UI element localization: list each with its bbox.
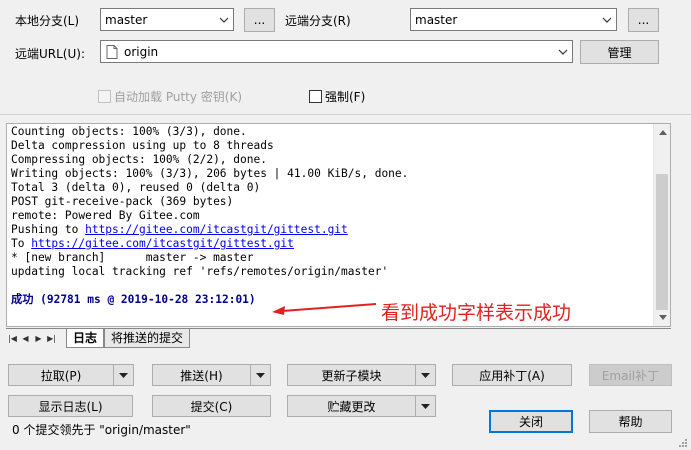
chevron-down-icon[interactable] bbox=[415, 396, 435, 416]
remote-url-label: 远端URL(U): bbox=[15, 47, 85, 61]
pull-split-button[interactable]: 拉取(P) bbox=[8, 364, 134, 386]
stash-split-button[interactable]: 贮藏更改 bbox=[287, 395, 436, 417]
remote-url-value: origin bbox=[124, 44, 159, 59]
next-page-icon[interactable]: ▶ bbox=[32, 331, 45, 345]
log-line: To https://gitee.com/itcastgit/gittest.g… bbox=[11, 237, 408, 251]
show-log-button[interactable]: 显示日志(L) bbox=[8, 395, 133, 417]
update-submodules-split-button[interactable]: 更新子模块 bbox=[287, 364, 436, 386]
log-line: POST git-receive-pack (369 bytes) bbox=[11, 195, 234, 208]
chevron-down-icon bbox=[554, 41, 572, 62]
last-page-icon[interactable]: ▶| bbox=[45, 331, 58, 345]
resize-grip-icon[interactable] bbox=[676, 438, 688, 450]
push-button[interactable]: 推送(H) bbox=[153, 365, 250, 385]
status-text: 0 个提交领先于 "origin/master" bbox=[12, 423, 191, 437]
log-text: Counting objects: 100% (3/3), done. Delta… bbox=[11, 125, 408, 307]
remote-branch-label: 远端分支(R) bbox=[285, 14, 351, 28]
commit-button[interactable]: 提交(C) bbox=[152, 395, 271, 417]
log-line: Compressing objects: 100% (2/2), done. bbox=[11, 153, 267, 166]
annotation-text: 看到成功字样表示成功 bbox=[381, 302, 572, 324]
log-line: * [new branch] master -> master bbox=[11, 251, 254, 264]
log-line: Counting objects: 100% (3/3), done. bbox=[11, 125, 247, 138]
log-line: Delta compression using up to 8 threads bbox=[11, 139, 274, 152]
output-log[interactable]: Counting objects: 100% (3/3), done. Delta… bbox=[6, 123, 671, 327]
scroll-down-icon[interactable] bbox=[654, 309, 670, 326]
checkbox-box bbox=[309, 90, 322, 103]
force-checkbox[interactable]: 强制(F) bbox=[309, 88, 365, 105]
tab-commits-to-push[interactable]: 将推送的提交 bbox=[104, 328, 191, 348]
remote-branch-value: master bbox=[415, 12, 458, 27]
chevron-down-icon[interactable] bbox=[415, 365, 435, 385]
chevron-down-icon bbox=[598, 9, 616, 30]
manage-button[interactable]: 管理 bbox=[580, 40, 659, 64]
document-icon bbox=[106, 44, 120, 59]
force-label: 强制(F) bbox=[325, 90, 366, 104]
prev-page-icon[interactable]: ◀ bbox=[19, 331, 32, 345]
apply-patch-button[interactable]: 应用补丁(A) bbox=[452, 364, 572, 386]
push-split-button[interactable]: 推送(H) bbox=[152, 364, 271, 386]
checkbox-box bbox=[98, 90, 111, 103]
push-prefix: Pushing to bbox=[11, 223, 86, 236]
chevron-down-icon bbox=[215, 9, 233, 30]
pull-button[interactable]: 拉取(P) bbox=[9, 365, 113, 385]
autoload-putty-checkbox[interactable]: 自动加载 Putty 密钥(K) bbox=[98, 88, 242, 105]
log-line: Writing objects: 100% (3/3), 206 bytes |… bbox=[11, 167, 409, 180]
local-branch-browse-button[interactable]: ... bbox=[244, 8, 275, 32]
log-line: updating local tracking ref 'refs/remote… bbox=[11, 265, 389, 278]
to-url-link[interactable]: https://gitee.com/itcastgit/gittest.git bbox=[31, 237, 294, 250]
scroll-thumb[interactable] bbox=[656, 174, 668, 310]
log-scrollbar[interactable] bbox=[653, 124, 670, 326]
log-line: remote: Powered By Gitee.com bbox=[11, 209, 200, 222]
remote-url-combo[interactable]: origin bbox=[100, 40, 573, 63]
log-line: Pushing to https://gitee.com/itcastgit/g… bbox=[11, 223, 408, 237]
log-line: Total 3 (delta 0), reused 0 (delta 0) bbox=[11, 181, 261, 194]
local-branch-combo[interactable]: master bbox=[100, 8, 234, 31]
tab-strip-line bbox=[6, 328, 671, 329]
autoload-putty-label: 自动加载 Putty 密钥(K) bbox=[114, 90, 243, 104]
remote-branch-combo[interactable]: master bbox=[410, 8, 617, 31]
to-prefix: To bbox=[11, 237, 32, 250]
push-url-link[interactable]: https://gitee.com/itcastgit/gittest.git bbox=[85, 223, 348, 236]
log-tabs: |◀ ◀ ▶ ▶| 日志 将推送的提交 bbox=[6, 328, 671, 348]
annotation-arrow-icon bbox=[272, 303, 377, 315]
close-button[interactable]: 关闭 bbox=[489, 410, 573, 433]
help-button[interactable]: 帮助 bbox=[589, 410, 672, 433]
stash-button[interactable]: 贮藏更改 bbox=[288, 396, 415, 416]
tab-log[interactable]: 日志 bbox=[66, 328, 105, 348]
section-divider bbox=[0, 114, 691, 115]
local-branch-value: master bbox=[105, 12, 148, 27]
scroll-up-icon[interactable] bbox=[654, 124, 670, 141]
chevron-down-icon[interactable] bbox=[250, 365, 270, 385]
email-patch-button[interactable]: Email补丁 bbox=[589, 364, 672, 386]
chevron-down-icon[interactable] bbox=[113, 365, 133, 385]
update-submodules-button[interactable]: 更新子模块 bbox=[288, 365, 415, 385]
local-branch-label: 本地分支(L) bbox=[15, 14, 80, 28]
first-page-icon[interactable]: |◀ bbox=[6, 331, 19, 345]
remote-branch-browse-button[interactable]: ... bbox=[628, 8, 659, 32]
